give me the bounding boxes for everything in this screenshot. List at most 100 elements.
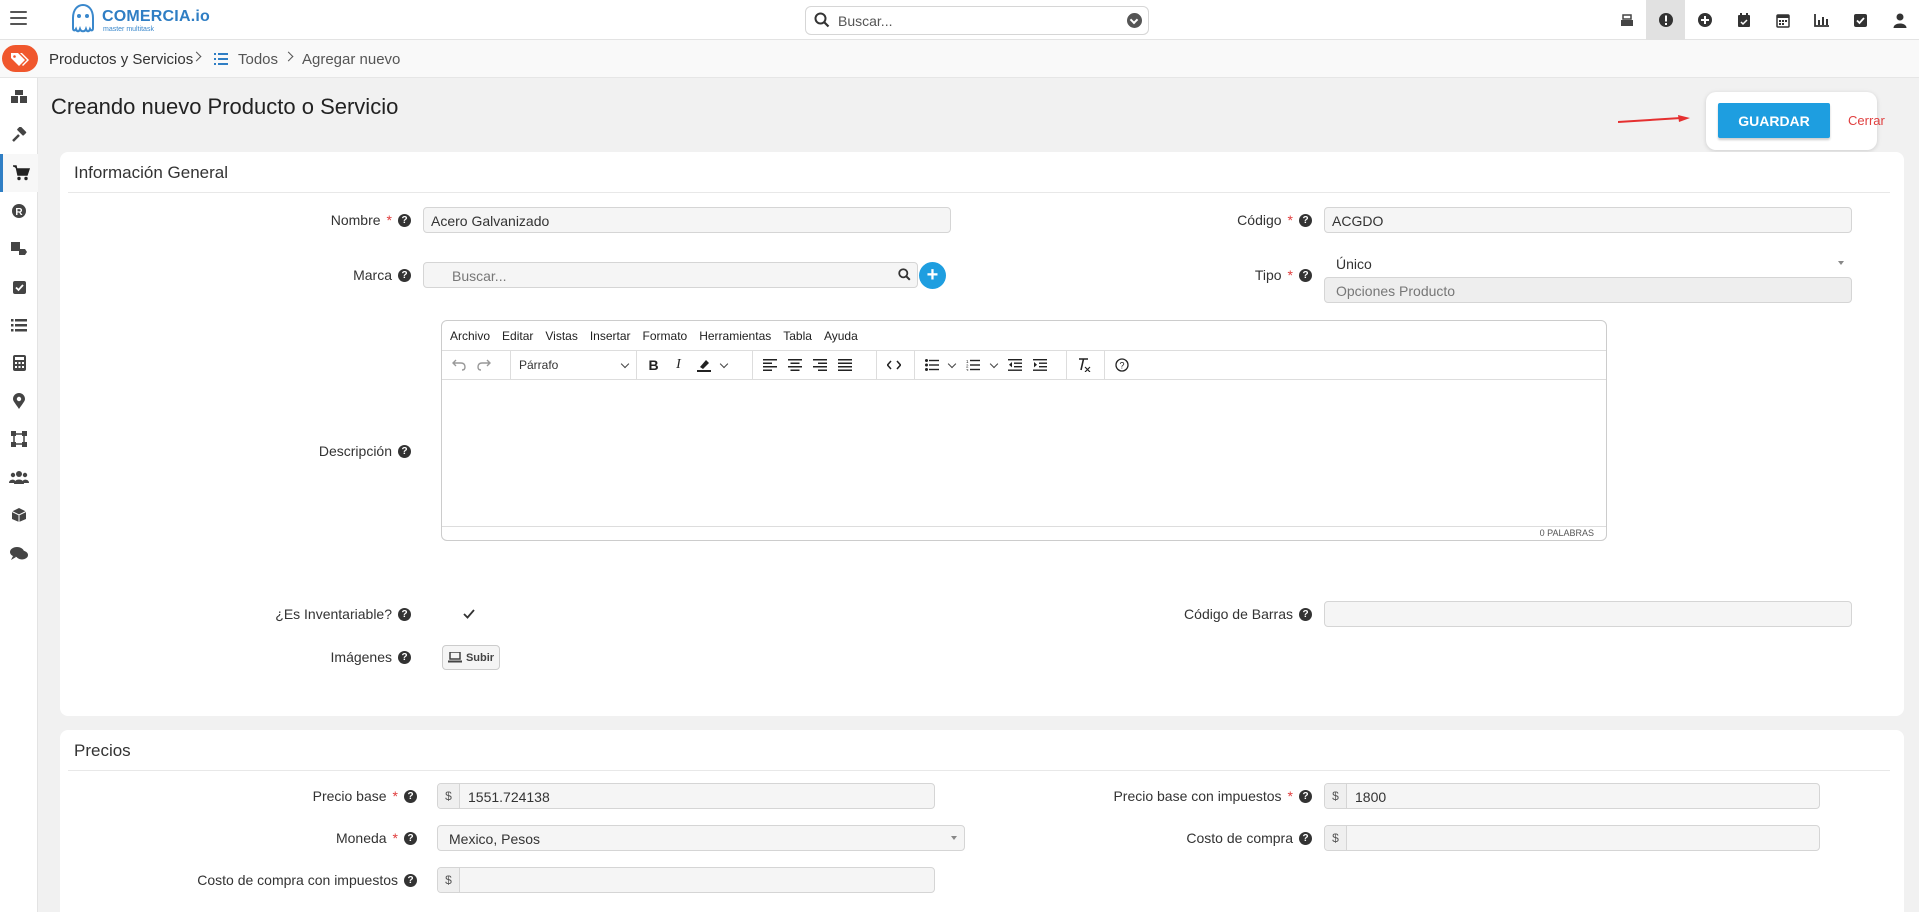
numbered-list-icon[interactable]: 123	[961, 353, 985, 377]
help-icon[interactable]: ?	[1299, 268, 1312, 282]
precio-base-label: Precio base *?	[313, 788, 417, 804]
check-square-icon[interactable]	[1841, 0, 1880, 40]
menu-archivo[interactable]: Archivo	[450, 329, 490, 343]
add-brand-button[interactable]: +	[919, 262, 946, 289]
chevron-down-icon[interactable]	[719, 359, 729, 368]
undo-icon[interactable]	[447, 353, 471, 377]
costo-compra-field[interactable]: $	[1324, 825, 1820, 851]
highlight-icon[interactable]	[692, 353, 716, 377]
check-square-icon[interactable]	[0, 268, 38, 306]
menu-tabla[interactable]: Tabla	[783, 329, 812, 343]
breadcrumb-separator	[283, 51, 294, 62]
hammer-icon[interactable]	[0, 116, 38, 154]
nombre-label: Nombre *?	[331, 212, 411, 228]
breadcrumb-products[interactable]: Productos y Servicios	[49, 51, 193, 68]
align-justify-icon[interactable]	[833, 353, 857, 377]
chevron-down-icon	[1838, 261, 1844, 265]
chevron-down-icon[interactable]	[1127, 13, 1142, 28]
chevron-down-icon[interactable]	[947, 359, 957, 368]
precio-base-field[interactable]: $1551.724138	[437, 783, 935, 809]
search-icon	[814, 12, 830, 28]
nombre-field[interactable]: Acero Galvanizado	[423, 207, 951, 233]
menu-herramientas[interactable]: Herramientas	[699, 329, 771, 343]
opciones-producto-field[interactable]: Opciones Producto	[1324, 277, 1852, 303]
boxes-icon[interactable]	[0, 78, 38, 116]
bullet-list-icon[interactable]	[920, 353, 944, 377]
tipo-select[interactable]: Único	[1324, 250, 1852, 276]
menu-icon[interactable]	[10, 11, 27, 25]
codigo-field[interactable]: ACGDO	[1324, 207, 1852, 233]
costo-compra-impuestos-field[interactable]: $	[437, 867, 935, 893]
align-left-icon[interactable]	[758, 353, 782, 377]
codigo-label: Código *?	[1237, 212, 1312, 228]
tipo-label: Tipo *?	[1255, 267, 1312, 283]
clear-formatting-icon[interactable]	[1072, 353, 1096, 377]
calculator-icon[interactable]	[0, 344, 38, 382]
list-icon[interactable]	[0, 306, 38, 344]
section-title: Información General	[74, 163, 229, 182]
cash-register-icon[interactable]	[1607, 0, 1646, 40]
menu-editar[interactable]: Editar	[502, 329, 533, 343]
plus-circle-icon[interactable]	[1685, 0, 1724, 40]
box-tag-icon[interactable]	[0, 230, 38, 268]
block-format-select[interactable]: Párrafo	[519, 358, 558, 372]
help-icon[interactable]: ?	[404, 831, 417, 845]
page-title: Creando nuevo Producto o Servicio	[51, 94, 399, 119]
logo[interactable]: COMERCIA.io master multitask	[67, 2, 217, 38]
align-right-icon[interactable]	[808, 353, 832, 377]
help-icon[interactable]: ?	[1299, 607, 1312, 621]
help-icon[interactable]: ?	[398, 650, 411, 664]
vector-square-icon[interactable]	[0, 420, 38, 458]
global-search	[805, 6, 1149, 35]
bold-icon[interactable]: B	[642, 353, 666, 377]
divider	[68, 192, 1890, 193]
redo-icon[interactable]	[472, 353, 496, 377]
close-button[interactable]: Cerrar	[1848, 113, 1885, 128]
inventariable-checkbox[interactable]	[462, 607, 476, 621]
help-icon[interactable]: ?	[1299, 831, 1312, 845]
registered-icon[interactable]: R	[0, 192, 38, 230]
tags-icon[interactable]	[2, 45, 38, 72]
menu-formato[interactable]: Formato	[643, 329, 688, 343]
calendar-check-icon[interactable]	[1724, 0, 1763, 40]
calendar-icon[interactable]	[1763, 0, 1802, 40]
moneda-select[interactable]: Mexico, Pesos	[437, 825, 965, 851]
help-icon[interactable]: ?	[404, 789, 417, 803]
align-center-icon[interactable]	[783, 353, 807, 377]
search-input[interactable]	[838, 11, 1108, 30]
costo-compra-label: Costo de compra?	[1186, 830, 1312, 846]
map-marker-icon[interactable]	[0, 382, 38, 420]
italic-icon[interactable]: I	[667, 353, 691, 377]
inventariable-label: ¿Es Inventariable??	[275, 606, 411, 622]
help-circle-icon[interactable]: ?	[1110, 353, 1134, 377]
outdent-icon[interactable]	[1003, 353, 1027, 377]
precio-base-impuestos-field[interactable]: $1800	[1324, 783, 1820, 809]
help-icon[interactable]: ?	[398, 444, 411, 458]
help-icon[interactable]: ?	[398, 213, 411, 227]
alert-icon[interactable]	[1646, 0, 1685, 40]
chart-icon[interactable]	[1802, 0, 1841, 40]
indent-icon[interactable]	[1028, 353, 1052, 377]
editor-content-area[interactable]	[442, 381, 1606, 525]
upload-button[interactable]: Subir	[442, 645, 500, 670]
help-icon[interactable]: ?	[1299, 789, 1312, 803]
help-icon[interactable]: ?	[404, 873, 417, 887]
menu-vistas[interactable]: Vistas	[545, 329, 577, 343]
cube-icon[interactable]	[0, 496, 38, 534]
barras-field[interactable]	[1324, 601, 1852, 627]
breadcrumb: Productos y Servicios Todos Agregar nuev…	[0, 40, 1919, 78]
menu-insertar[interactable]: Insertar	[590, 329, 631, 343]
save-button[interactable]: GUARDAR	[1718, 103, 1830, 138]
chevron-down-icon[interactable]	[989, 359, 998, 368]
comments-icon[interactable]	[0, 534, 38, 572]
source-code-icon[interactable]	[882, 353, 906, 377]
help-icon[interactable]: ?	[398, 607, 411, 621]
cart-icon[interactable]	[0, 154, 38, 192]
menu-ayuda[interactable]: Ayuda	[824, 329, 858, 343]
user-icon[interactable]	[1880, 0, 1919, 40]
users-icon[interactable]	[0, 458, 38, 496]
marca-search-input[interactable]: Buscar...	[423, 262, 918, 288]
breadcrumb-all[interactable]: Todos	[238, 51, 278, 68]
help-icon[interactable]: ?	[398, 268, 411, 282]
help-icon[interactable]: ?	[1299, 213, 1312, 227]
